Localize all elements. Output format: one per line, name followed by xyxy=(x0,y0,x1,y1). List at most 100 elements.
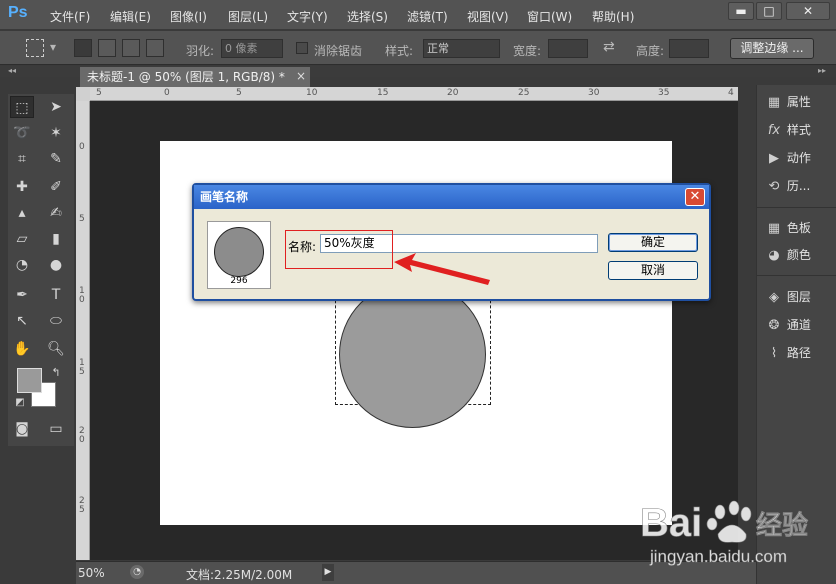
pen-tool-icon[interactable]: ✒ xyxy=(10,284,34,306)
subtract-selection-icon[interactable] xyxy=(122,39,140,57)
document-tab[interactable]: 未标题-1 @ 50% (图层 1, RGB/8) * xyxy=(80,67,310,87)
menu-select[interactable]: 选择(S) xyxy=(347,8,388,25)
healing-brush-tool-icon[interactable]: ✚ xyxy=(10,176,34,198)
swap-icon[interactable]: ⇄ xyxy=(603,39,615,55)
clone-stamp-tool-icon[interactable]: ▴ xyxy=(10,202,34,224)
status-icon[interactable]: ◔ xyxy=(130,565,144,579)
eyedropper-tool-icon[interactable]: ✎ xyxy=(44,148,68,170)
ruler-tick: 30 xyxy=(588,88,600,98)
gradient-tool-icon[interactable]: ▮ xyxy=(44,228,68,250)
menu-help[interactable]: 帮助(H) xyxy=(592,8,634,25)
type-tool-icon[interactable]: T xyxy=(44,284,68,306)
antialias-checkbox[interactable] xyxy=(296,42,308,54)
zoom-level[interactable]: 50% xyxy=(78,566,105,580)
menu-type[interactable]: 文字(Y) xyxy=(287,8,328,25)
properties-icon: ▦ xyxy=(767,95,781,110)
watermark-brand: Bai xyxy=(640,501,702,545)
menu-image[interactable]: 图像(I) xyxy=(170,8,207,25)
menu-filter[interactable]: 滤镜(T) xyxy=(407,8,448,25)
menu-edit[interactable]: 编辑(E) xyxy=(110,8,151,25)
lasso-tool-icon[interactable]: ➰ xyxy=(10,122,34,144)
screen-mode-icon[interactable]: ▭ xyxy=(44,418,68,440)
panel-label: 动作 xyxy=(786,151,811,165)
height-input[interactable] xyxy=(669,39,709,58)
height-label: 高度: xyxy=(636,44,665,58)
ellipse-tool-icon[interactable]: ⬭ xyxy=(44,310,68,332)
history-brush-tool-icon[interactable]: ✍ xyxy=(44,202,68,224)
swatches-icon: ▦ xyxy=(767,221,781,236)
refine-edge-button[interactable]: 调整边缘 ... xyxy=(730,38,814,59)
panel-swatches[interactable]: ▦ 色板 xyxy=(765,219,811,239)
panel-channels[interactable]: ❂ 通道 xyxy=(765,316,811,336)
annotation-highlight-box xyxy=(285,230,393,269)
baidu-jingyan-watermark: Bai 经验 jingyan.baidu.com xyxy=(640,500,808,566)
style-select[interactable]: 正常 xyxy=(423,39,500,58)
collapse-left-icon[interactable]: ◂◂ xyxy=(8,66,16,75)
magic-wand-tool-icon[interactable]: ✶ xyxy=(44,122,68,144)
menu-window[interactable]: 窗口(W) xyxy=(527,8,572,25)
panel-history[interactable]: ⟲ 历... xyxy=(765,177,811,197)
antialias-label: 消除锯齿 xyxy=(314,44,363,58)
watermark-url: jingyan.baidu.com xyxy=(649,547,787,566)
feather-input[interactable]: 0 像素 xyxy=(221,39,283,58)
blur-tool-icon[interactable]: ◔ xyxy=(10,254,34,276)
dodge-tool-icon[interactable]: ● xyxy=(44,254,68,276)
close-window-button[interactable]: ✕ xyxy=(786,2,830,20)
panel-label: 样式 xyxy=(786,123,811,137)
panel-label: 历... xyxy=(786,179,811,193)
panel-actions[interactable]: ▶ 动作 xyxy=(765,149,811,169)
actions-icon: ▶ xyxy=(769,151,779,166)
photoshop-logo: Ps xyxy=(8,4,28,21)
chevron-down-icon[interactable]: ▾ xyxy=(50,40,56,54)
maximize-button[interactable]: □ xyxy=(756,2,782,20)
watermark-brand-suffix: 经验 xyxy=(756,510,808,541)
color-icon: ◕ xyxy=(768,248,780,263)
add-selection-icon[interactable] xyxy=(98,39,116,57)
status-menu-arrow-icon[interactable]: ▶ xyxy=(322,564,334,581)
crop-tool-icon[interactable]: ⌗ xyxy=(10,148,34,170)
swap-colors-icon[interactable]: ↰ xyxy=(44,362,68,384)
ruler-tick: 1 5 xyxy=(79,358,85,377)
ok-button[interactable]: 确定 xyxy=(608,233,698,252)
quick-mask-icon[interactable]: ◙ xyxy=(10,418,34,440)
history-icon: ⟲ xyxy=(768,179,780,194)
panel-styles[interactable]: fx 样式 xyxy=(765,121,811,141)
panel-layers[interactable]: ◈ 图层 xyxy=(765,288,811,308)
panel-properties[interactable]: ▦ 属性 xyxy=(765,93,811,113)
panel-divider xyxy=(757,207,836,208)
ruler-tick: 5 xyxy=(79,214,85,224)
ruler-tick: 0 xyxy=(164,88,170,98)
panel-paths[interactable]: ⌇ 路径 xyxy=(765,344,811,364)
foreground-color-swatch[interactable] xyxy=(17,368,42,393)
dialog-close-button[interactable]: ✕ xyxy=(685,188,705,206)
panel-label: 属性 xyxy=(786,95,811,109)
hand-tool-icon[interactable]: ✋ xyxy=(10,338,34,360)
default-colors-icon[interactable]: ◩ xyxy=(8,392,32,414)
intersect-selection-icon[interactable] xyxy=(146,39,164,57)
panel-divider xyxy=(757,275,836,276)
cancel-button[interactable]: 取消 xyxy=(608,261,698,280)
document-tab-close-icon[interactable]: × xyxy=(296,69,308,83)
brush-tool-icon[interactable]: ✐ xyxy=(44,176,68,198)
ruler-tick: 1 0 xyxy=(79,286,85,305)
panel-label: 路径 xyxy=(786,346,811,360)
zoom-tool-icon[interactable]: 🔍︎ xyxy=(44,338,68,360)
path-selection-tool-icon[interactable]: ↖ xyxy=(10,310,34,332)
collapse-right-icon[interactable]: ▸▸ xyxy=(818,66,826,75)
panel-label: 色板 xyxy=(786,221,811,235)
menu-view[interactable]: 视图(V) xyxy=(467,8,509,25)
ruler-tick: 2 5 xyxy=(79,496,85,515)
panel-color[interactable]: ◕ 颜色 xyxy=(765,246,811,266)
ruler-tick: 5 xyxy=(236,88,242,98)
eraser-tool-icon[interactable]: ▱ xyxy=(10,228,34,250)
width-input[interactable] xyxy=(548,39,588,58)
menu-file[interactable]: 文件(F) xyxy=(50,8,90,25)
menu-layer[interactable]: 图层(L) xyxy=(228,8,268,25)
ruler-left: 0 5 1 0 1 5 2 0 2 5 xyxy=(76,101,90,560)
ruler-tick: 35 xyxy=(658,88,670,98)
move-tool-icon[interactable]: ➤ xyxy=(44,96,68,118)
marquee-preset-icon[interactable] xyxy=(26,39,44,57)
new-selection-icon[interactable] xyxy=(74,39,92,57)
minimize-button[interactable]: ▬ xyxy=(728,2,754,20)
rect-marquee-tool-icon[interactable]: ⬚ xyxy=(10,96,34,118)
